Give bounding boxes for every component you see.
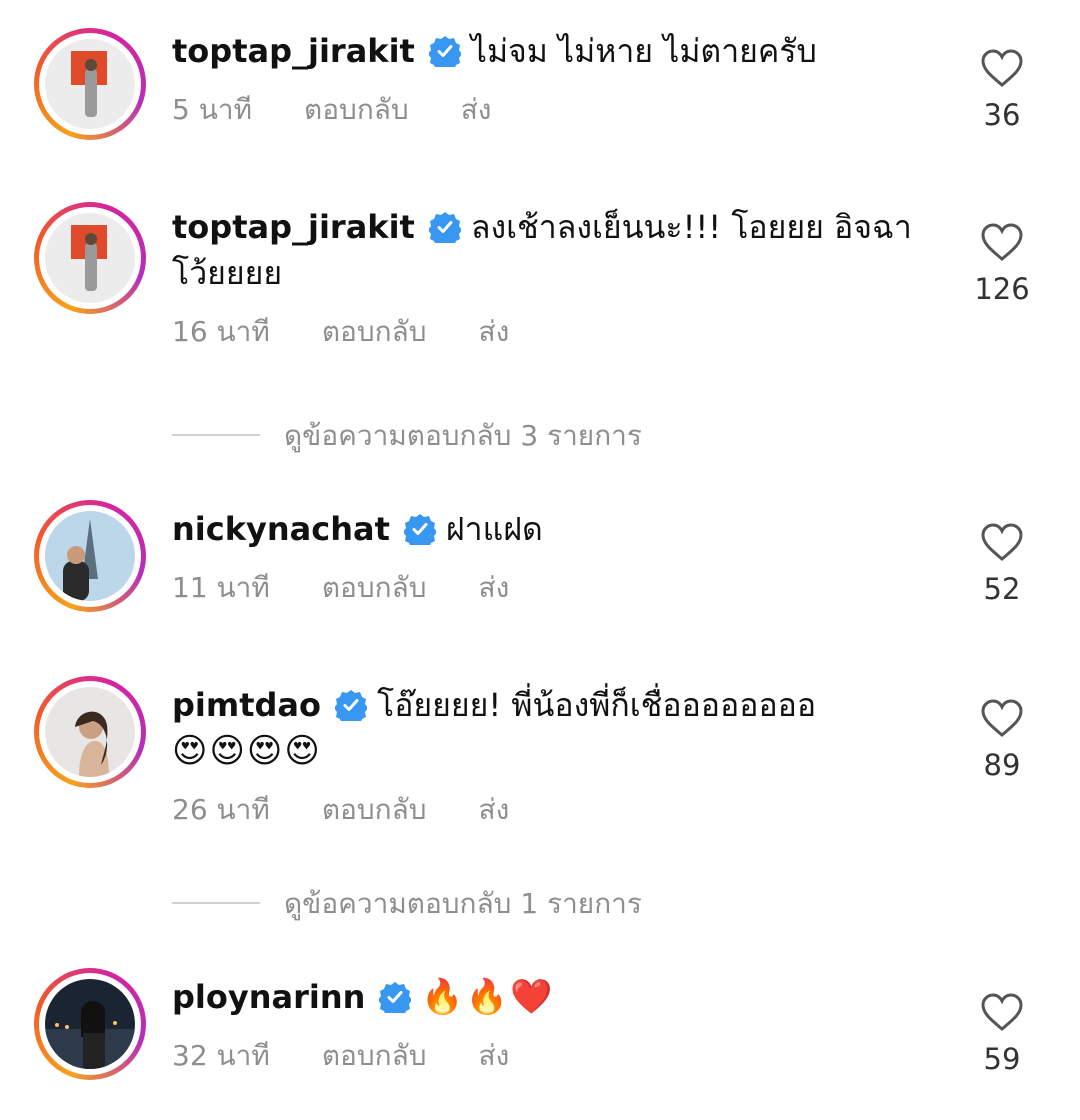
comment-text: ฝาแฝด <box>445 510 543 548</box>
comment-text: โอ๊ยยยย! พี่น้องพี่ก็เชื่ออออออออ <box>377 686 817 724</box>
comment-text: ไม่จม ไม่หาย ไม่ตายครับ <box>470 32 817 70</box>
verified-badge-icon <box>428 36 461 67</box>
username[interactable]: toptap_jirakit <box>172 208 415 246</box>
heart-icon[interactable] <box>980 48 1024 88</box>
avatar[interactable] <box>34 676 146 788</box>
send-button[interactable]: ส่ง <box>479 1034 510 1078</box>
verified-badge-icon <box>379 982 412 1013</box>
avatar-image <box>45 687 135 777</box>
like-count: 36 <box>983 98 1021 132</box>
view-replies-button[interactable]: ดูข้อความตอบกลับ 3 รายการ <box>172 414 642 458</box>
like-count: 52 <box>983 572 1021 606</box>
timestamp: 11 นาที <box>172 571 270 604</box>
avatar[interactable] <box>34 202 146 314</box>
avatar-image <box>45 511 135 601</box>
view-replies-label: ดูข้อความตอบกลับ 1 รายการ <box>284 887 642 920</box>
reply-button[interactable]: ตอบกลับ <box>322 1034 427 1078</box>
timestamp: 26 นาที <box>172 793 270 826</box>
username[interactable]: ploynarinn <box>172 978 365 1016</box>
divider <box>172 902 260 904</box>
reply-button[interactable]: ตอบกลับ <box>322 310 427 354</box>
avatar-image <box>45 39 135 129</box>
username[interactable]: toptap_jirakit <box>172 32 415 70</box>
view-replies-button[interactable]: ดูข้อความตอบกลับ 1 รายการ <box>172 882 642 926</box>
timestamp: 5 นาที <box>172 93 253 126</box>
timestamp: 32 นาที <box>172 1039 270 1072</box>
heart-icon[interactable] <box>980 698 1024 738</box>
send-button[interactable]: ส่ง <box>479 788 510 832</box>
emoji-text: 🔥🔥❤️ <box>421 977 555 1017</box>
heart-icon[interactable] <box>980 222 1024 262</box>
like-count: 59 <box>983 1042 1021 1076</box>
verified-badge-icon <box>428 212 461 243</box>
divider <box>172 434 260 436</box>
verified-badge-icon <box>403 514 436 545</box>
avatar-image <box>45 213 135 303</box>
like-count: 126 <box>974 272 1030 306</box>
avatar[interactable] <box>34 968 146 1080</box>
reply-button[interactable]: ตอบกลับ <box>304 88 409 132</box>
timestamp: 16 นาที <box>172 315 270 348</box>
avatar[interactable] <box>34 500 146 612</box>
username[interactable]: nickynachat <box>172 510 390 548</box>
heart-icon[interactable] <box>980 992 1024 1032</box>
send-button[interactable]: ส่ง <box>479 310 510 354</box>
username[interactable]: pimtdao <box>172 686 321 724</box>
send-button[interactable]: ส่ง <box>479 566 510 610</box>
view-replies-label: ดูข้อความตอบกลับ 3 รายการ <box>284 419 642 452</box>
avatar[interactable] <box>34 28 146 140</box>
like-count: 89 <box>983 748 1021 782</box>
send-button[interactable]: ส่ง <box>461 88 492 132</box>
verified-badge-icon <box>335 690 367 721</box>
reply-button[interactable]: ตอบกลับ <box>322 566 427 610</box>
avatar-image <box>45 979 135 1069</box>
reply-button[interactable]: ตอบกลับ <box>322 788 427 832</box>
heart-icon[interactable] <box>980 522 1024 562</box>
emoji-text: 😍😍😍😍 <box>172 731 322 771</box>
